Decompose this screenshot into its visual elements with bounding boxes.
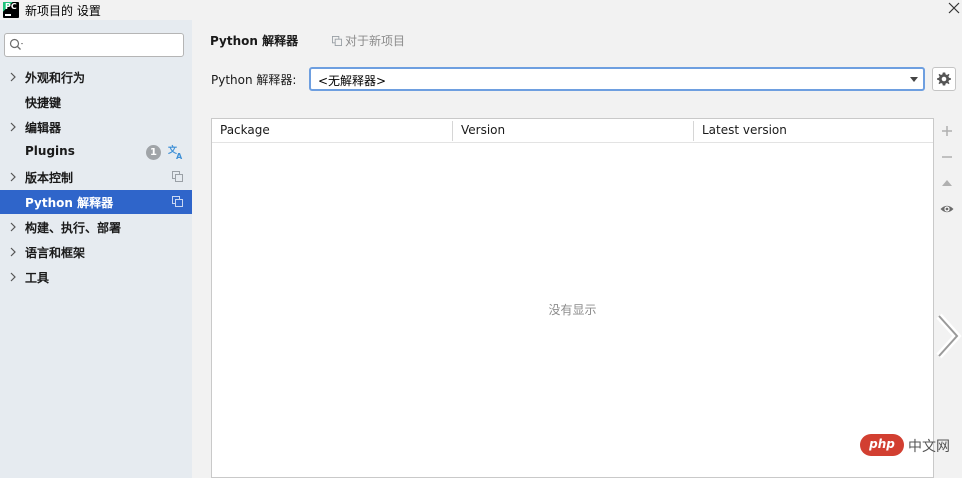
page-title: Python 解释器 (210, 34, 299, 48)
php-cn-watermark: php 中文网 (860, 432, 962, 460)
chevron-right-icon (10, 122, 16, 132)
chevron-down-icon (910, 77, 918, 82)
search-icon (9, 38, 23, 50)
table-header: Package Version Latest version (212, 119, 933, 143)
sidebar-item-build-execution[interactable]: 构建、执行、部署 (0, 215, 192, 239)
sidebar-item-label: 版本控制 (25, 171, 74, 185)
packages-toolbar (934, 118, 960, 478)
column-header-package[interactable]: Package (220, 123, 270, 137)
project-scope-icon (172, 171, 183, 182)
column-header-latest-version[interactable]: Latest version (702, 123, 787, 137)
sidebar-item-label: 快捷键 (25, 96, 62, 110)
column-divider (693, 121, 694, 141)
chevron-right-watermark-icon (936, 313, 962, 359)
sidebar-item-label: 外观和行为 (25, 71, 86, 85)
chevron-right-icon (10, 172, 16, 182)
packages-table[interactable]: Package Version Latest version 没有显示 (211, 118, 934, 478)
chevron-right-icon (10, 222, 16, 232)
translate-icon: 文 A (168, 144, 183, 160)
column-header-version[interactable]: Version (461, 123, 505, 137)
window-title: 新项目的 设置 (25, 4, 101, 18)
show-early-releases-eye-icon[interactable] (939, 201, 955, 217)
sidebar-item-plugins[interactable]: Plugins 1 文 A (0, 140, 192, 164)
close-icon[interactable] (944, 0, 962, 18)
sidebar-item-appearance[interactable]: 外观和行为 (0, 65, 192, 89)
sidebar-item-vcs[interactable]: 版本控制 (0, 165, 192, 189)
pycharm-logo-icon: PC (3, 2, 19, 18)
settings-sidebar: 外观和行为 快捷键 编辑器 Plugins 1 文 A 版本控制 Python … (0, 20, 192, 478)
sidebar-item-label: Plugins (25, 144, 75, 158)
sidebar-item-languages-frameworks[interactable]: 语言和框架 (0, 240, 192, 264)
column-divider (452, 121, 453, 141)
interpreter-settings-button[interactable] (932, 67, 956, 91)
gear-icon (937, 72, 951, 86)
settings-content: Python 解释器 对于新项目 Python 解释器: <无解释器> Pack… (192, 20, 962, 478)
watermark-text: 中文网 (908, 439, 950, 455)
sidebar-item-label: 构建、执行、部署 (25, 221, 122, 235)
sidebar-item-label: 编辑器 (25, 121, 62, 135)
php-logo-icon: php (860, 434, 904, 456)
chevron-right-icon (10, 72, 16, 82)
sidebar-item-tools[interactable]: 工具 (0, 265, 192, 289)
upgrade-icon[interactable] (939, 175, 955, 191)
sidebar-item-editor[interactable]: 编辑器 (0, 115, 192, 139)
project-scope-icon (332, 36, 342, 46)
sidebar-item-label: Python 解释器 (25, 196, 114, 210)
sidebar-item-python-interpreter[interactable]: Python 解释器 (0, 190, 192, 214)
for-new-projects-note: 对于新项目 (332, 32, 405, 49)
sidebar-item-label: 语言和框架 (25, 246, 86, 260)
interpreter-selected-value: <无解释器> (318, 74, 387, 88)
chevron-right-icon (10, 247, 16, 257)
plugins-update-badge: 1 (146, 145, 161, 160)
settings-search-input[interactable] (4, 33, 184, 57)
project-scope-icon (172, 196, 183, 207)
sidebar-item-label: 工具 (25, 271, 50, 285)
svg-text:A: A (176, 152, 183, 160)
add-icon[interactable] (939, 123, 955, 139)
empty-table-message: 没有显示 (548, 303, 597, 317)
interpreter-dropdown[interactable]: <无解释器> (309, 67, 925, 91)
interpreter-label: Python 解释器: (211, 73, 297, 87)
sidebar-item-keymap[interactable]: 快捷键 (0, 90, 192, 114)
remove-icon[interactable] (939, 149, 955, 165)
chevron-right-icon (10, 272, 16, 282)
title-bar: PC 新项目的 设置 (0, 0, 962, 20)
